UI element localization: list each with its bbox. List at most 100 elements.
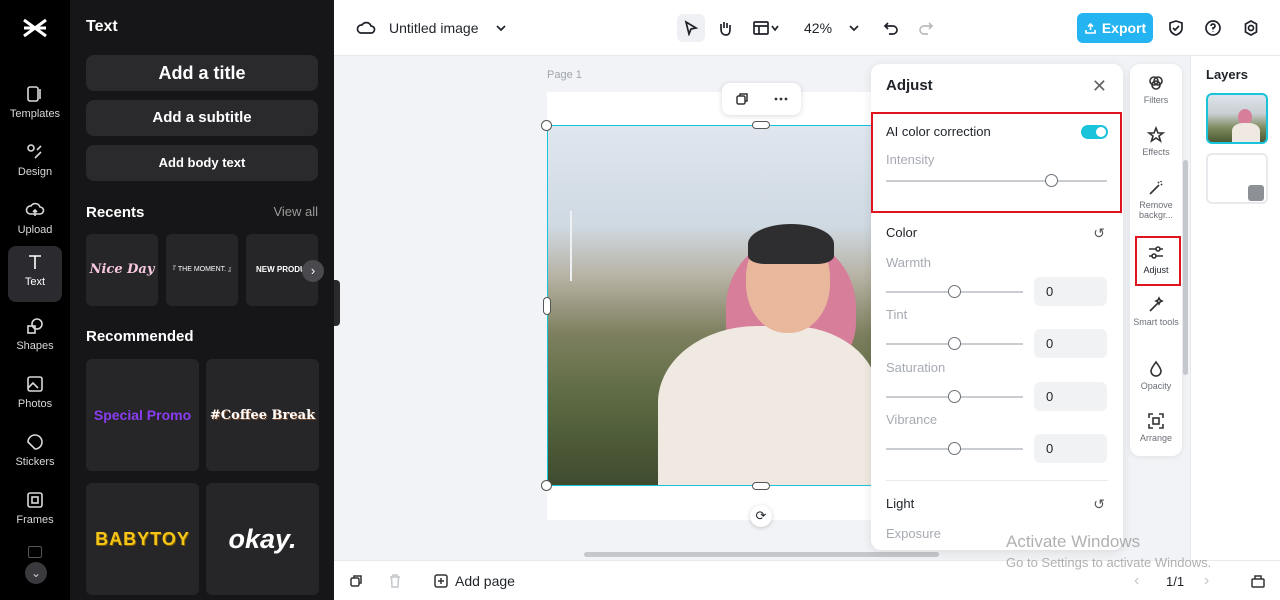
rail-item-stickers[interactable]: Stickers	[0, 426, 70, 482]
rail-item-templates[interactable]: Templates	[0, 78, 70, 134]
selected-photo[interactable]	[547, 125, 877, 486]
windows-watermark-subtitle: Go to Settings to activate Windows.	[1006, 555, 1212, 570]
template-okay[interactable]: okay.	[206, 483, 319, 595]
saturation-value-input[interactable]: 0	[1034, 382, 1107, 411]
strip-label: Smart tools	[1133, 317, 1179, 327]
tint-slider-knob[interactable]	[948, 337, 961, 350]
strip-item-opacity[interactable]: Opacity	[1130, 360, 1182, 391]
rail-label: Templates	[9, 108, 61, 120]
chevron-right-icon[interactable]: ›	[1204, 572, 1209, 590]
horizontal-scrollbar[interactable]	[584, 552, 939, 557]
resize-handle-top[interactable]	[752, 121, 770, 129]
tint-value-input[interactable]: 0	[1034, 329, 1107, 358]
template-coffee-break[interactable]: #Coffee Break	[206, 359, 319, 471]
vibrance-slider-knob[interactable]	[948, 442, 961, 455]
smart-tools-icon	[1149, 296, 1164, 312]
template-text: Special Promo	[93, 407, 192, 423]
vertical-scrollbar[interactable]	[1183, 160, 1188, 375]
undo-icon[interactable]	[879, 16, 903, 40]
hand-icon[interactable]	[713, 16, 737, 40]
cloud-icon[interactable]	[354, 16, 378, 40]
layer-photo-thumbnail[interactable]	[1206, 93, 1268, 144]
chevron-left-icon[interactable]: ‹	[1134, 572, 1139, 590]
exposure-label: Exposure	[886, 526, 941, 541]
shield-icon[interactable]	[1164, 16, 1188, 40]
template-special-promo[interactable]: Special Promo	[86, 359, 199, 471]
strip-item-remove-background[interactable]: Remove backgr...	[1130, 179, 1182, 220]
strip-item-effects[interactable]: Effects	[1130, 126, 1182, 157]
chevron-down-icon[interactable]	[768, 16, 782, 40]
template-babytoy[interactable]: BABYTOY	[86, 483, 199, 595]
add-subtitle-button[interactable]: Add a subtitle	[86, 100, 318, 136]
layout-toggle-icon[interactable]	[1250, 573, 1266, 589]
close-icon[interactable]: ✕	[1092, 76, 1107, 97]
reset-icon[interactable]: ↺	[1093, 225, 1105, 242]
resize-handle-top-left[interactable]	[541, 120, 552, 131]
add-body-text-button[interactable]: Add body text	[86, 145, 318, 181]
strip-item-arrange[interactable]: Arrange	[1130, 412, 1182, 443]
photo-subject-body	[658, 326, 876, 485]
page-counter: 1/1	[1166, 574, 1185, 589]
page-label: Page 1	[547, 69, 582, 81]
recent-text-template[interactable]: 『 THE MOMENT. 』	[166, 234, 238, 306]
template-text: okay.	[228, 523, 297, 554]
rotate-icon[interactable]: ⟳	[750, 505, 772, 527]
warmth-value-input[interactable]: 0	[1034, 277, 1107, 306]
rail-item-upload[interactable]: Upload	[0, 194, 70, 250]
duplicate-icon[interactable]	[734, 91, 750, 107]
reset-icon[interactable]: ↺	[1093, 496, 1105, 513]
select-cursor-icon[interactable]	[677, 14, 705, 42]
vibrance-value-input[interactable]: 0	[1034, 434, 1107, 463]
intensity-slider-track[interactable]	[886, 180, 1107, 182]
ai-color-correction-toggle[interactable]	[1081, 125, 1108, 139]
stickers-icon	[27, 434, 43, 450]
strip-item-smart-tools[interactable]: Smart tools	[1130, 296, 1182, 327]
capcut-logo-icon[interactable]	[20, 14, 50, 42]
add-page-button[interactable]: Add page	[433, 573, 515, 589]
add-page-label: Add page	[455, 573, 515, 589]
rail-item-design[interactable]: Design	[0, 136, 70, 192]
settings-icon[interactable]	[1239, 16, 1263, 40]
document-title[interactable]: Untitled image	[389, 20, 479, 36]
rail-partial-icon	[28, 546, 42, 558]
shapes-icon	[27, 318, 43, 334]
strip-label: Arrange	[1139, 433, 1173, 443]
template-text: BABYTOY	[95, 528, 190, 549]
layers-title: Layers	[1206, 67, 1248, 82]
rail-item-photos[interactable]: Photos	[0, 368, 70, 424]
strip-item-filters[interactable]: Filters	[1130, 74, 1182, 105]
floating-toolbar	[722, 83, 801, 115]
help-icon[interactable]	[1201, 16, 1225, 40]
rail-item-shapes[interactable]: Shapes	[0, 310, 70, 366]
chevron-down-icon[interactable]	[842, 16, 866, 40]
rail-item-frames[interactable]: Frames	[0, 484, 70, 540]
trash-icon[interactable]	[387, 573, 403, 589]
zoom-level[interactable]: 42%	[804, 20, 832, 36]
add-title-button[interactable]: Add a title	[86, 55, 318, 91]
rail-label: Frames	[16, 514, 54, 526]
panel-title: Text	[86, 18, 118, 35]
panel-collapse-handle[interactable]	[334, 280, 340, 326]
warmth-slider-knob[interactable]	[948, 285, 961, 298]
thumbnail-subject-body	[1232, 123, 1260, 142]
upload-icon	[25, 202, 45, 216]
recent-text-template[interactable]: Nice Day	[86, 234, 158, 306]
export-button[interactable]: Export	[1077, 13, 1153, 43]
rail-label: Text	[24, 276, 46, 288]
strip-label: Remove backgr...	[1138, 200, 1174, 220]
layers-panel: Layers	[1190, 56, 1280, 560]
saturation-slider-knob[interactable]	[948, 390, 961, 403]
chevron-down-icon[interactable]	[489, 16, 513, 40]
chevron-right-icon[interactable]: ›	[302, 260, 324, 282]
rail-item-text[interactable]: Text	[8, 246, 62, 302]
text-panel: Text Add a title Add a subtitle Add body…	[70, 0, 334, 600]
view-all-link[interactable]: View all	[273, 204, 318, 219]
more-icon[interactable]	[773, 91, 789, 107]
resize-handle-bottom[interactable]	[752, 482, 770, 490]
redo-icon[interactable]	[914, 16, 938, 40]
chevron-down-icon[interactable]: ⌄	[25, 562, 47, 584]
layer-background-thumbnail[interactable]	[1206, 153, 1268, 204]
resize-handle-left[interactable]	[543, 297, 551, 315]
resize-handle-bottom-left[interactable]	[541, 480, 552, 491]
duplicate-page-icon[interactable]	[348, 573, 364, 589]
